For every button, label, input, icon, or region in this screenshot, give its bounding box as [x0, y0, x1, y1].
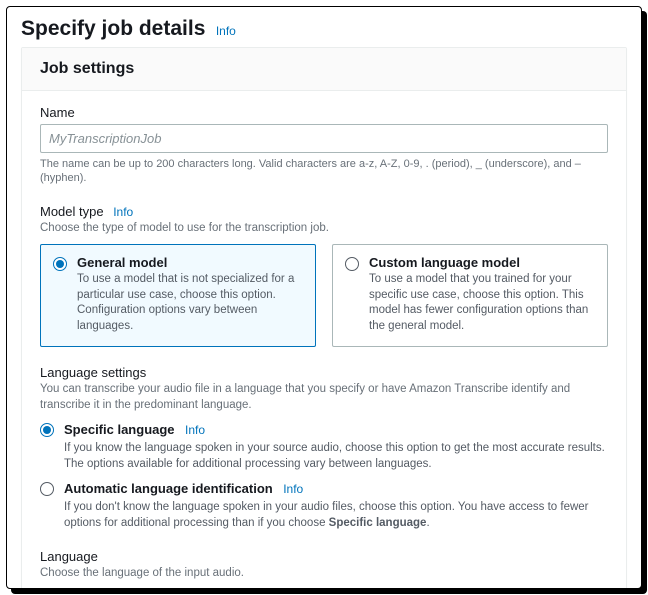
- language-settings-label: Language settings: [40, 365, 608, 380]
- tile-title: Custom language model: [369, 255, 595, 270]
- language-settings-help: You can transcribe your audio file in a …: [40, 382, 608, 413]
- panel-title: Job settings: [22, 48, 626, 91]
- model-type-custom-tile[interactable]: Custom language model To use a model tha…: [332, 244, 608, 347]
- page-title: Specify job details: [21, 17, 205, 41]
- job-settings-panel: Job settings Name The name can be up to …: [21, 47, 627, 589]
- lang-specific-info-link[interactable]: Info: [185, 423, 205, 437]
- radio-icon: [345, 257, 359, 271]
- radio-icon: [53, 257, 67, 271]
- language-label: Language: [40, 549, 608, 564]
- tile-desc: To use a model that is not specialized f…: [77, 272, 303, 334]
- lang-specific-option[interactable]: Specific language Info If you know the l…: [40, 421, 608, 472]
- tile-desc: To use a model that you trained for your…: [369, 272, 595, 334]
- model-type-help: Choose the type of model to use for the …: [40, 221, 608, 237]
- name-input[interactable]: [40, 124, 608, 153]
- model-type-label: Model type Info: [40, 204, 608, 219]
- language-help: Choose the language of the input audio.: [40, 566, 608, 582]
- option-desc: If you know the language spoken in your …: [64, 441, 608, 472]
- model-type-info-link[interactable]: Info: [113, 205, 133, 219]
- option-title: Automatic language identification: [64, 481, 273, 496]
- name-help: The name can be up to 200 characters lon…: [40, 157, 608, 186]
- page-header: Specify job details Info: [7, 7, 641, 47]
- model-type-general-tile[interactable]: General model To use a model that is not…: [40, 244, 316, 347]
- lang-auto-option[interactable]: Automatic language identification Info I…: [40, 480, 608, 531]
- radio-icon: [40, 423, 54, 437]
- page-info-link[interactable]: Info: [216, 24, 236, 38]
- name-label: Name: [40, 105, 608, 120]
- tile-title: General model: [77, 255, 303, 270]
- lang-auto-info-link[interactable]: Info: [283, 482, 303, 496]
- language-select[interactable]: English, US (en-US): [40, 588, 608, 589]
- option-title: Specific language: [64, 422, 175, 437]
- option-desc: If you don't know the language spoken in…: [64, 500, 608, 531]
- radio-icon: [40, 482, 54, 496]
